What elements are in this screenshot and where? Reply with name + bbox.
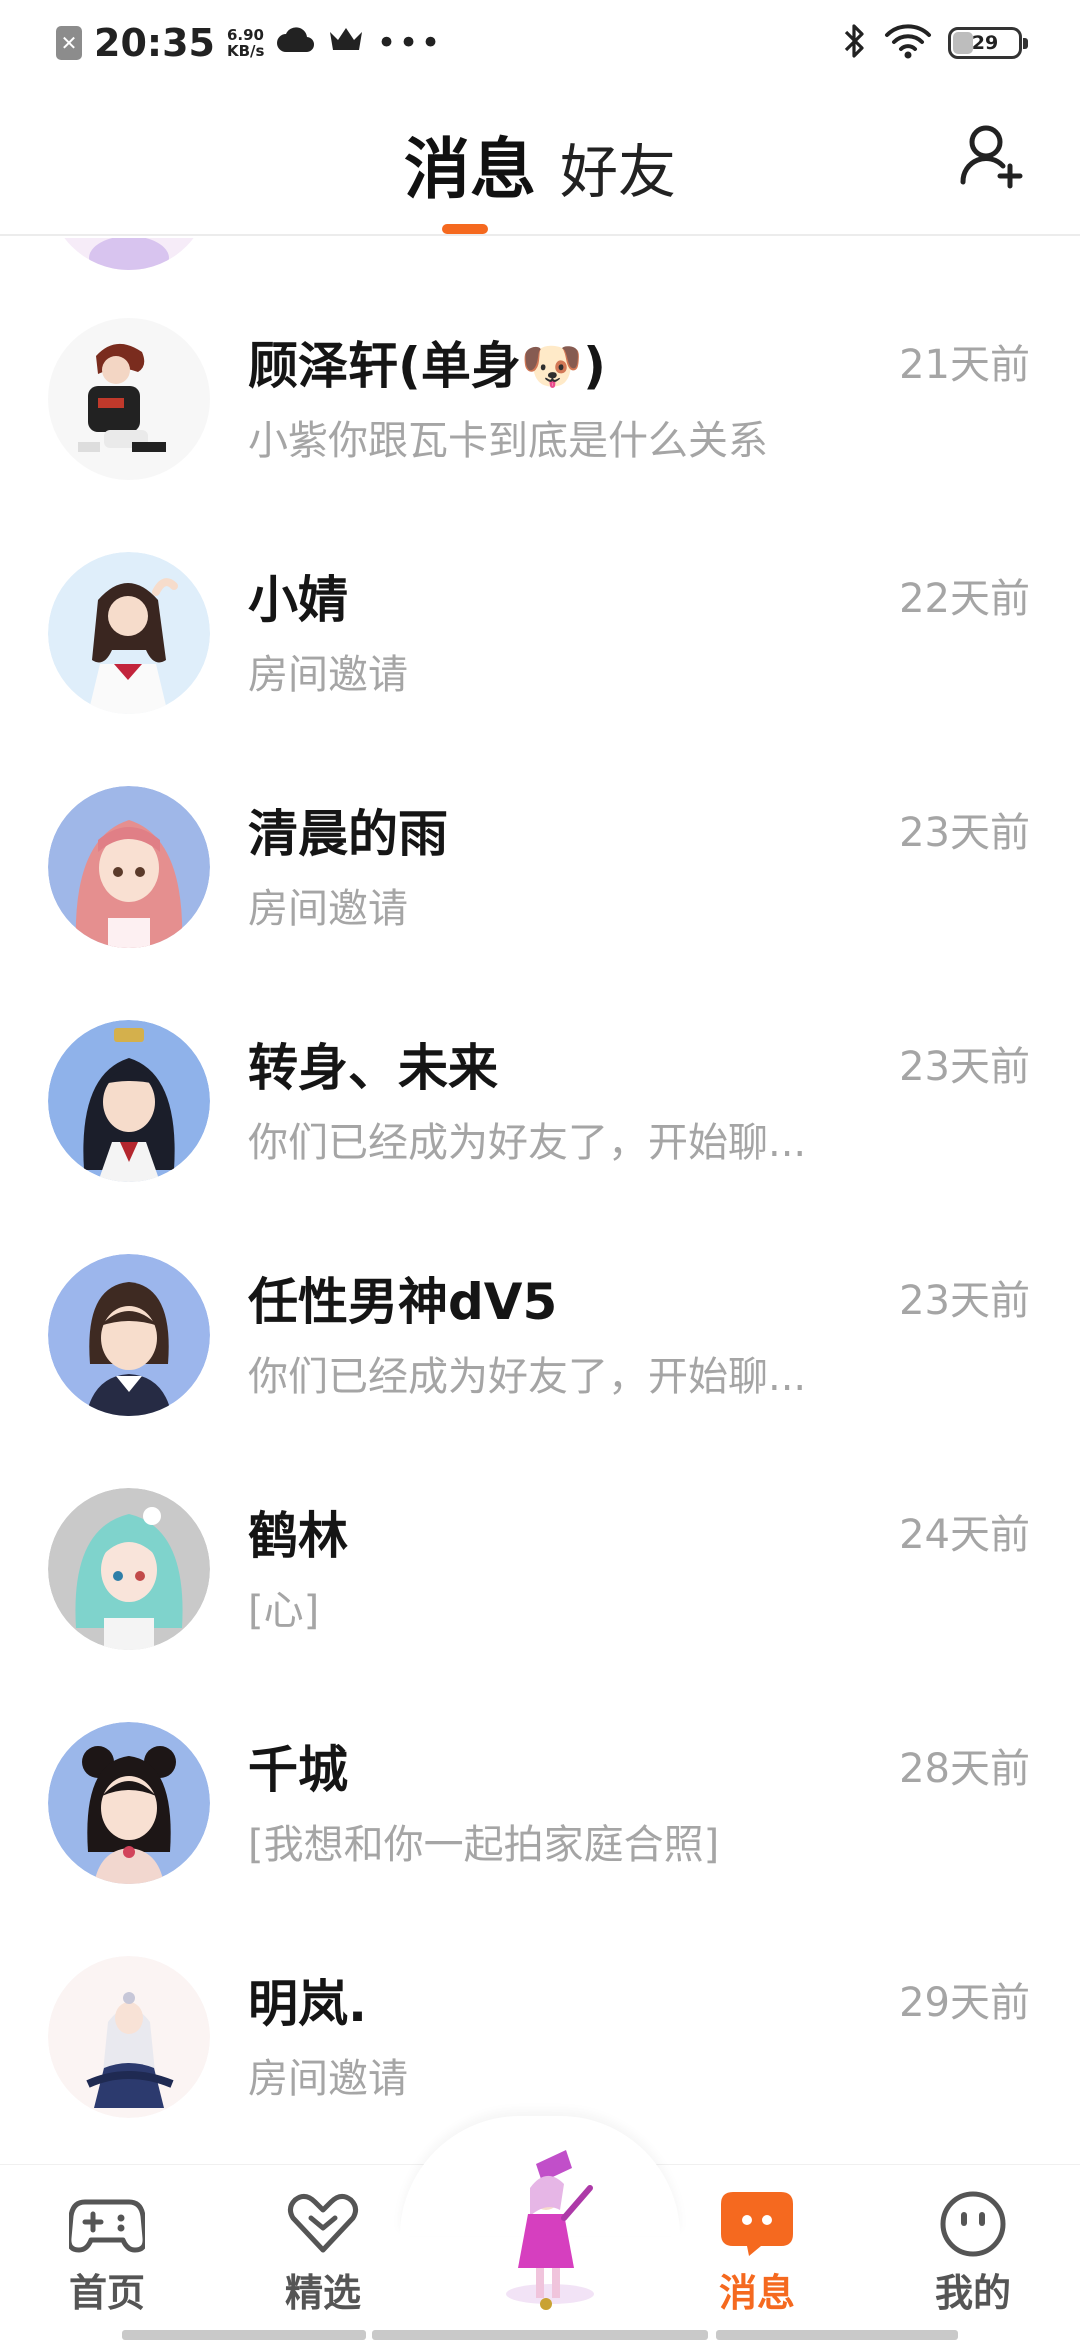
contact-name: 顾泽轩(单身🐶): [248, 337, 606, 395]
header-tabs: 消息 好友: [0, 116, 1080, 212]
contact-name: 鹤林: [248, 1507, 348, 1565]
message-time: 29天前: [899, 1980, 1030, 2026]
message-time: 24天前: [899, 1512, 1030, 1558]
character-avatar-button[interactable]: [480, 2144, 620, 2324]
contact-name: 明岚.: [248, 1975, 367, 2033]
avatar: [48, 1488, 210, 1650]
chat-bubble-icon: [721, 2192, 793, 2256]
network-speed: 6.90 KB/s: [227, 27, 264, 59]
nav-home-label: 首页: [68, 2271, 145, 2315]
avatar: [48, 1956, 210, 2118]
gesture-bar-center: [372, 2330, 708, 2340]
contact-name: 小婧: [248, 571, 348, 629]
contact-name: 任性男神dV5: [248, 1273, 558, 1331]
add-user-icon[interactable]: [958, 122, 1028, 192]
avatar: [48, 318, 210, 480]
close-badge-icon: ✕: [56, 26, 82, 60]
avatar: [48, 786, 210, 948]
wifi-icon: [884, 23, 932, 63]
nav-messages-label: 消息: [718, 2271, 795, 2315]
status-left: ✕ 20:35 6.90 KB/s •••: [56, 18, 443, 68]
nav-home[interactable]: 首页: [32, 2188, 182, 2317]
list-item[interactable]: 千城 [我想和你一起拍家庭合照] 28天前: [0, 1722, 1080, 1956]
last-message: [心]: [248, 1588, 320, 1634]
list-item[interactable]: 顾泽轩(单身🐶) 小紫你跟瓦卡到底是什么关系 21天前: [0, 318, 1080, 552]
nav-messages[interactable]: 消息: [682, 2188, 832, 2317]
list-item-partial[interactable]: [0, 238, 1080, 302]
face-icon: [940, 2191, 1006, 2257]
crown-icon: [328, 24, 364, 62]
status-right: 29: [842, 18, 1028, 68]
bluetooth-icon: [842, 22, 868, 64]
message-time: 23天前: [899, 1278, 1030, 1324]
contact-name: 千城: [248, 1741, 348, 1799]
nav-featured-label: 精选: [284, 2271, 361, 2315]
gesture-bar-left: [122, 2330, 366, 2340]
diamond-heart-icon: [287, 2194, 359, 2253]
message-time: 22天前: [899, 576, 1030, 622]
status-bar: ✕ 20:35 6.90 KB/s ••• 29: [0, 0, 1080, 86]
last-message: 你们已经成为好友了，开始聊...: [248, 1120, 807, 1166]
gamepad-icon: [69, 2199, 145, 2253]
list-item[interactable]: 清晨的雨 房间邀请 23天前: [0, 786, 1080, 1020]
last-message: 房间邀请: [248, 652, 408, 698]
status-time: 20:35: [94, 21, 215, 65]
cloud-icon: [276, 24, 316, 62]
top-header: 消息 好友: [0, 86, 1080, 236]
nav-mine[interactable]: 我的: [898, 2188, 1048, 2317]
last-message: 小紫你跟瓦卡到底是什么关系: [248, 418, 768, 464]
nav-featured[interactable]: 精选: [248, 2188, 398, 2317]
battery-icon: 29: [948, 27, 1028, 59]
avatar: [48, 1722, 210, 1884]
conversation-list[interactable]: 顾泽轩(单身🐶) 小紫你跟瓦卡到底是什么关系 21天前 小婧 房间邀请 22天前: [0, 238, 1080, 2168]
avatar: [48, 552, 210, 714]
battery-percent: 29: [971, 32, 999, 54]
battery-level-fill: [953, 32, 973, 54]
more-dots-icon: •••: [376, 23, 443, 63]
contact-name: 转身、未来: [248, 1039, 498, 1097]
list-item[interactable]: 任性男神dV5 你们已经成为好友了，开始聊... 23天前: [0, 1254, 1080, 1488]
tab-messages[interactable]: 消息: [404, 116, 536, 212]
avatar: [48, 1254, 210, 1416]
message-time: 21天前: [899, 342, 1030, 388]
last-message: 房间邀请: [248, 886, 408, 932]
message-time: 23天前: [899, 1044, 1030, 1090]
network-speed-value: 6.90: [226, 26, 264, 44]
contact-name: 清晨的雨: [248, 805, 448, 863]
list-item[interactable]: 转身、未来 你们已经成为好友了，开始聊... 23天前: [0, 1020, 1080, 1254]
gesture-bar-right: [716, 2330, 958, 2340]
list-item[interactable]: 小婧 房间邀请 22天前: [0, 552, 1080, 786]
last-message: 房间邀请: [248, 2056, 408, 2102]
network-speed-unit: KB/s: [226, 42, 265, 60]
nav-mine-label: 我的: [934, 2271, 1011, 2315]
list-item[interactable]: 鹤林 [心] 24天前: [0, 1488, 1080, 1722]
message-time: 23天前: [899, 810, 1030, 856]
tab-friends[interactable]: 好友: [560, 125, 676, 209]
last-message: [我想和你一起拍家庭合照]: [248, 1822, 720, 1868]
last-message: 你们已经成为好友了，开始聊...: [248, 1354, 807, 1400]
avatar: [48, 1020, 210, 1182]
message-time: 28天前: [899, 1746, 1030, 1792]
active-tab-indicator: [442, 224, 488, 234]
avatar: [48, 238, 210, 270]
